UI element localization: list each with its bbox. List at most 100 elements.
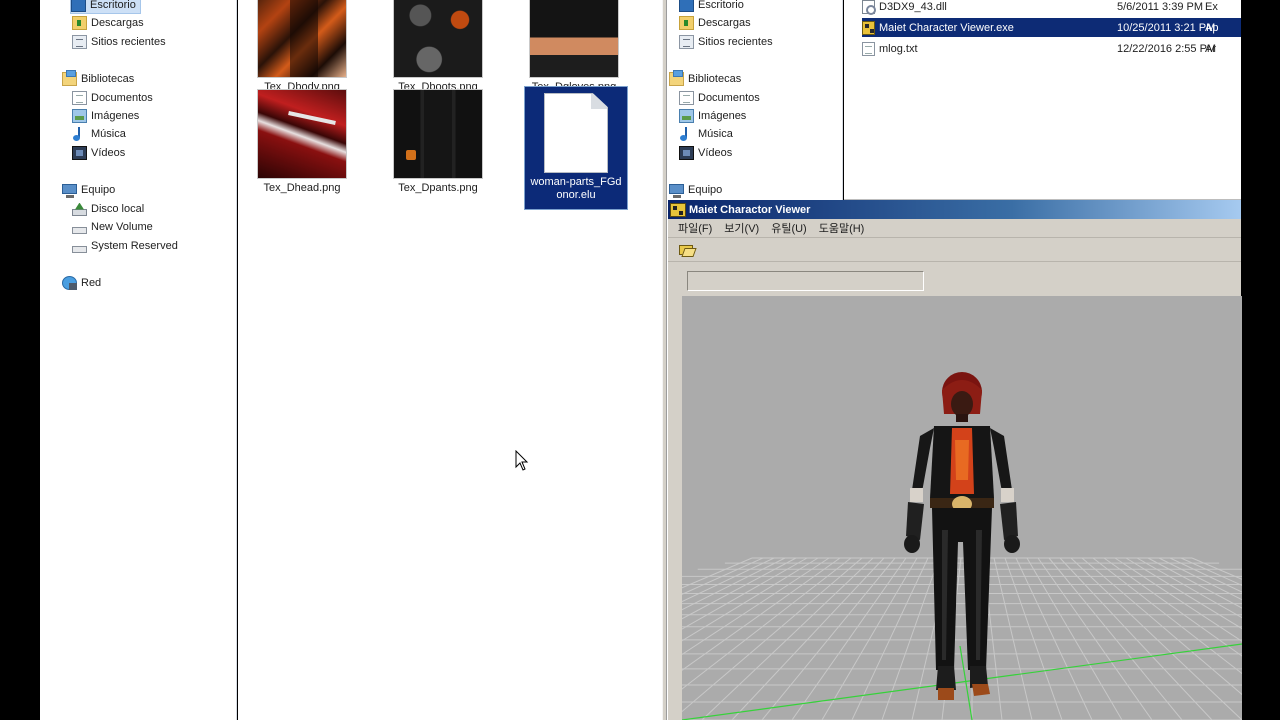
3d-viewport[interactable]: [682, 296, 1242, 720]
nav-item-equipo[interactable]: Equipo: [62, 181, 115, 199]
nav-item-musica[interactable]: Música: [679, 125, 733, 143]
left-navigation-pane: Escritorio Descargas Sitios recientes Bi…: [40, 0, 237, 720]
texture-thumbnail: [257, 89, 347, 179]
music-icon: [72, 127, 87, 141]
file-tile[interactable]: Tex_Dgloves.png: [522, 0, 626, 94]
nav-item-new-volume[interactable]: New Volume: [72, 218, 153, 236]
file-type: Ap: [1205, 21, 1219, 34]
file-name: mlog.txt: [879, 42, 918, 55]
menu-view[interactable]: 보기(V): [718, 220, 765, 236]
grid-line: [682, 557, 786, 611]
nav-item-imagenes[interactable]: Imágenes: [679, 107, 746, 125]
nav-item-escritorio[interactable]: Escritorio: [679, 0, 744, 14]
right-file-list: D3DX9_43.dll 5/6/2011 3:39 PM Ex Maiet C…: [844, 0, 1241, 200]
nav-item-descargas[interactable]: Descargas: [679, 14, 751, 32]
character-viewer-window: Maiet Charactor Viewer 파일(F) 보기(V) 유틸(U)…: [667, 200, 1242, 720]
file-tile[interactable]: Tex_Dboots.png: [386, 0, 490, 94]
videos-icon: [72, 146, 87, 160]
file-name: woman-parts_FGdonor.elu: [530, 176, 622, 201]
grid-line: [1070, 557, 1242, 720]
texture-thumbnail: [393, 89, 483, 179]
nav-item-label: Bibliotecas: [81, 73, 135, 85]
texture-thumbnail: [393, 0, 483, 78]
nav-item-label: Imágenes: [91, 110, 140, 122]
local-disk-icon: [72, 208, 87, 216]
window-title: Maiet Charactor Viewer: [689, 203, 811, 216]
dll-icon: [862, 0, 876, 15]
nav-item-red[interactable]: Red: [62, 274, 101, 292]
nav-item-label: Documentos: [91, 92, 153, 104]
menu-file[interactable]: 파일(F): [672, 220, 718, 236]
file-name: Tex_Dhead.png: [263, 182, 341, 194]
file-name: D3DX9_43.dll: [879, 0, 947, 13]
file-row-selected[interactable]: Maiet Character Viewer.exe 10/25/2011 3:…: [862, 18, 1241, 37]
file-type: Ex: [1205, 0, 1218, 13]
nav-item-label: Música: [698, 128, 733, 140]
grid-line: [1037, 557, 1153, 720]
file-date: 5/6/2011 3:39 PM: [1117, 0, 1204, 13]
documents-icon: [72, 91, 87, 105]
nav-item-label: Vídeos: [698, 147, 733, 159]
grid-line: [1048, 557, 1183, 720]
file-type: Ar: [1205, 42, 1216, 55]
mouse-cursor-icon: [515, 450, 529, 471]
nav-item-documentos[interactable]: Documentos: [72, 89, 153, 107]
grid-line: [682, 557, 753, 589]
file-date: 12/22/2016 2:55 PM: [1117, 42, 1217, 55]
grid-line: [1180, 557, 1242, 586]
nav-item-sitios-recientes[interactable]: Sitios recientes: [679, 33, 773, 51]
grid-line: [682, 557, 830, 656]
nav-item-label: Red: [81, 277, 102, 289]
pictures-icon: [679, 109, 694, 123]
grid-line: [701, 557, 874, 720]
file-tile[interactable]: Tex_Dbody.png: [250, 0, 354, 94]
nav-item-bibliotecas[interactable]: Bibliotecas: [669, 70, 741, 88]
recent-places-icon: [679, 35, 694, 49]
file-row[interactable]: D3DX9_43.dll 5/6/2011 3:39 PM Ex: [862, 0, 1241, 16]
file-tile[interactable]: Tex_Dhead.png: [250, 89, 354, 195]
nav-item-label: System Reserved: [91, 240, 178, 252]
nav-item-label: Descargas: [698, 17, 751, 29]
viewer-menu-bar: 파일(F) 보기(V) 유틸(U) 도움말(H): [668, 219, 1241, 238]
grid-line: [1059, 557, 1213, 720]
nav-item-videos[interactable]: Vídeos: [679, 144, 732, 162]
nav-item-label: Disco local: [91, 203, 145, 215]
texture-thumbnail: [529, 0, 619, 78]
nav-item-label: Documentos: [698, 92, 760, 104]
file-name: Tex_Dpants.png: [398, 182, 478, 194]
nav-item-descargas[interactable]: Descargas: [72, 14, 144, 32]
nav-item-system-reserved[interactable]: System Reserved: [72, 237, 178, 255]
nav-item-documentos[interactable]: Documentos: [679, 89, 760, 107]
file-date: 10/25/2011 3:21 PM: [1117, 21, 1216, 34]
app-icon: [670, 202, 686, 217]
nav-item-label: Equipo: [81, 184, 116, 196]
file-row[interactable]: mlog.txt 12/22/2016 2:55 PM Ar: [862, 39, 1241, 58]
viewer-title-bar[interactable]: Maiet Charactor Viewer: [668, 200, 1241, 219]
nav-item-label: Vídeos: [91, 147, 126, 159]
menu-util[interactable]: 유틸(U): [765, 220, 813, 236]
exe-icon: [862, 20, 875, 35]
viewer-toolbar: [668, 238, 1241, 262]
nav-item-label: Música: [91, 128, 126, 140]
pictures-icon: [72, 109, 87, 123]
file-tile-selected[interactable]: woman-parts_FGdonor.elu: [524, 86, 628, 210]
nav-item-videos[interactable]: Vídeos: [72, 144, 125, 162]
text-file-icon: [862, 41, 875, 56]
nav-item-equipo[interactable]: Equipo: [669, 181, 722, 199]
nav-item-imagenes[interactable]: Imágenes: [72, 107, 139, 125]
network-icon: [62, 276, 77, 290]
open-file-button[interactable]: [676, 241, 696, 259]
downloads-icon: [679, 16, 694, 30]
desktop-icon: [71, 0, 86, 12]
computer-icon: [62, 183, 77, 198]
menu-help[interactable]: 도움말(H): [813, 220, 871, 236]
nav-item-sitios-recientes[interactable]: Sitios recientes: [72, 33, 166, 51]
nav-item-bibliotecas[interactable]: Bibliotecas: [62, 70, 134, 88]
nav-item-disco-local[interactable]: Disco local: [72, 200, 144, 218]
nav-item-musica[interactable]: Música: [72, 125, 126, 143]
nav-item-label: New Volume: [91, 221, 153, 233]
viewer-status-area: [668, 262, 1241, 296]
nav-item-escritorio[interactable]: Escritorio: [70, 0, 141, 14]
file-tile[interactable]: Tex_Dpants.png: [386, 89, 490, 195]
libraries-icon: [669, 70, 684, 86]
